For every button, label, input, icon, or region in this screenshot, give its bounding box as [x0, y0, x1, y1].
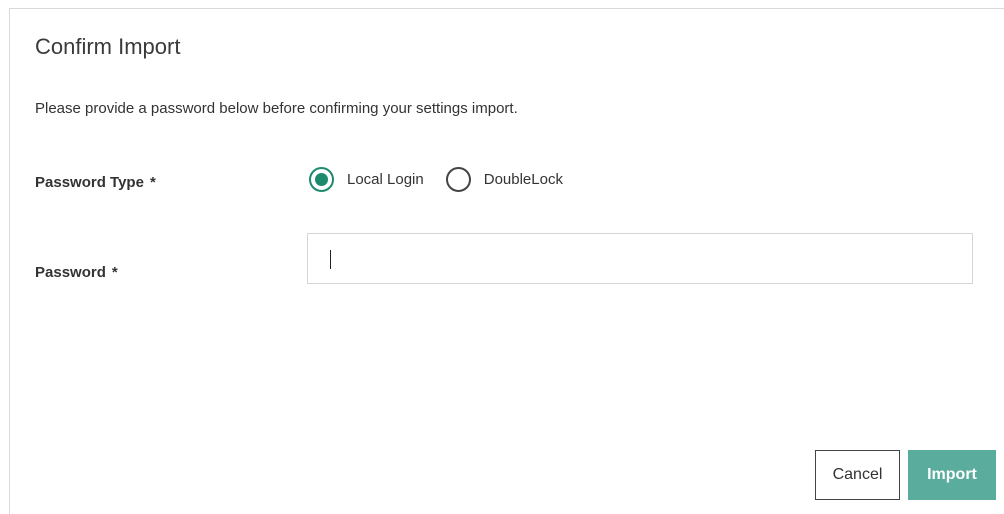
required-marker: * — [111, 264, 118, 281]
radio-option-local-login[interactable]: Local Login — [309, 167, 424, 192]
password-type-label-text: Password Type — [35, 174, 144, 191]
password-label-text: Password — [35, 264, 106, 281]
radio-label-local-login[interactable]: Local Login — [347, 171, 424, 188]
confirm-import-dialog: Confirm Import Please provide a password… — [9, 8, 1004, 514]
password-type-label: Password Type * — [35, 174, 156, 191]
password-label: Password * — [35, 264, 118, 281]
dialog-message: Please provide a password below before c… — [35, 100, 518, 117]
password-input[interactable] — [307, 233, 973, 284]
cancel-button[interactable]: Cancel — [815, 450, 900, 500]
radio-option-doublelock[interactable]: DoubleLock — [445, 167, 563, 192]
radio-dot — [315, 173, 328, 186]
radio-checked-icon[interactable] — [309, 167, 334, 192]
radio-label-doublelock[interactable]: DoubleLock — [484, 171, 563, 188]
dialog-title: Confirm Import — [35, 34, 181, 59]
text-caret — [330, 250, 331, 269]
import-button[interactable]: Import — [908, 450, 996, 500]
radio-unchecked-icon[interactable] — [445, 167, 471, 192]
required-marker: * — [149, 174, 156, 191]
password-type-radio-group: Local Login DoubleLock — [309, 167, 585, 192]
